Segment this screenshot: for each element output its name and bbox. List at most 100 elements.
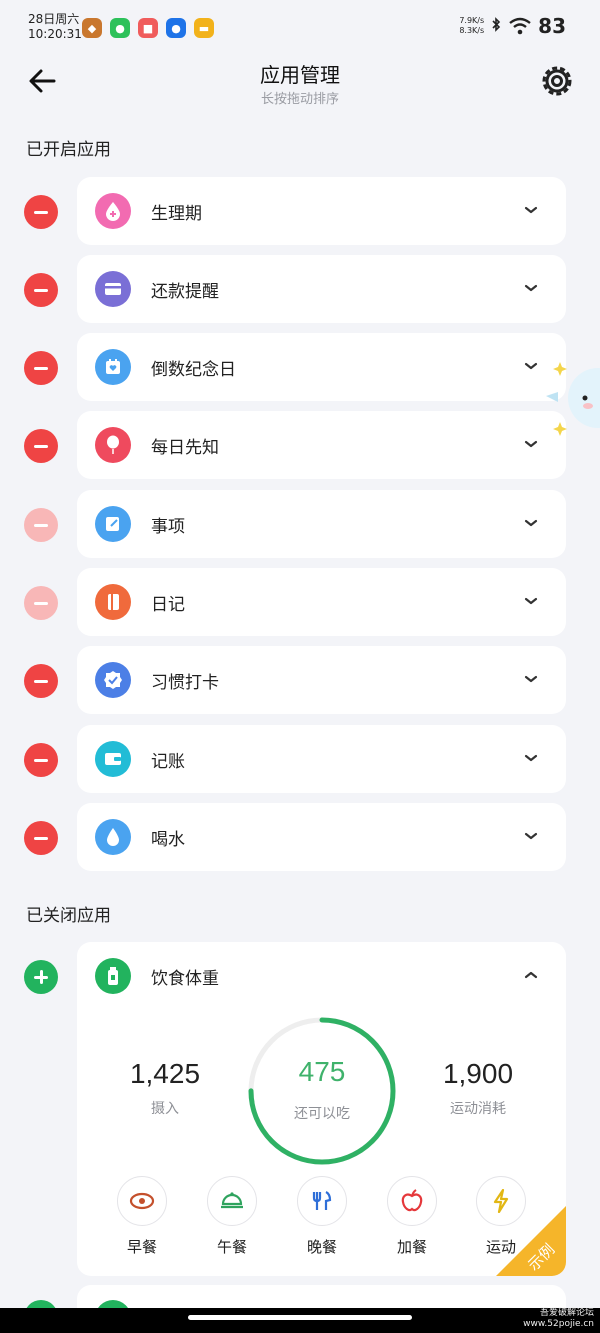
- app-label: 喝水: [151, 830, 185, 850]
- page-title: 应用管理: [260, 63, 340, 87]
- app-card[interactable]: 倒数纪念日: [77, 333, 566, 401]
- app-card[interactable]: 日记: [77, 568, 566, 636]
- app-card[interactable]: 习惯打卡: [77, 646, 566, 714]
- chevron-down-icon[interactable]: [524, 205, 538, 215]
- meal-label: 午餐: [216, 1238, 247, 1256]
- notification-icons: ◆ ● ■ ● ▬: [82, 18, 214, 38]
- wifi-icon: [509, 17, 531, 35]
- navigation-bar: [0, 1308, 600, 1333]
- battery-level: 83: [538, 14, 566, 38]
- app-row-tasks: 事项: [0, 490, 600, 560]
- header: 应用管理 长按拖动排序: [0, 55, 600, 115]
- wallet-icon: [95, 741, 131, 777]
- app-row-water: 喝水: [0, 803, 600, 873]
- calorie-progress-ring: [248, 1017, 396, 1165]
- bluetooth-icon: [492, 17, 501, 32]
- status-date: 28日周六: [28, 12, 80, 26]
- meal-label: 早餐: [126, 1238, 157, 1256]
- upload-speed: 7.9K/s: [459, 16, 485, 25]
- app-card[interactable]: 每日先知: [77, 411, 566, 479]
- remaining-label: 还可以吃: [294, 1106, 350, 1122]
- meal-breakfast[interactable]: 早餐: [112, 1176, 172, 1257]
- enabled-section-title: 已开启应用: [26, 140, 111, 160]
- home-indicator[interactable]: [188, 1315, 412, 1320]
- dish-cover-icon: [207, 1176, 257, 1226]
- intake-value: 1,425: [129, 1058, 201, 1089]
- app-row-repayment: 还款提醒: [0, 255, 600, 325]
- watermark-line1: 吾爱破解论坛: [539, 1308, 594, 1318]
- app-label: 习惯打卡: [151, 673, 219, 693]
- chevron-down-icon[interactable]: [524, 361, 538, 371]
- floating-mascot-icon[interactable]: [540, 358, 600, 438]
- watermark: 吾爱破解论坛 www.52pojie.cn: [523, 1308, 594, 1330]
- chevron-down-icon[interactable]: [524, 674, 538, 684]
- remove-button-disabled: [24, 508, 58, 542]
- app-card[interactable]: 事项: [77, 490, 566, 558]
- intake-label: 摄入: [151, 1101, 179, 1117]
- app-label: 事项: [151, 517, 185, 537]
- app-row-habit: 习惯打卡: [0, 646, 600, 716]
- apple-icon: [387, 1176, 437, 1226]
- wechat-icon: ●: [110, 18, 130, 38]
- burned-label: 运动消耗: [450, 1101, 506, 1117]
- chevron-up-icon[interactable]: [524, 970, 538, 980]
- meal-label: 加餐: [396, 1238, 427, 1256]
- remove-button[interactable]: [24, 743, 58, 777]
- diet-card[interactable]: 饮食体重 1,425 摄入 475 还可以吃 1,900 运动消耗 早餐 午餐 …: [77, 942, 566, 1276]
- app-row-diary: 日记: [0, 568, 600, 638]
- app-label: 饮食体重: [151, 969, 219, 989]
- example-badge: 示例: [496, 1206, 566, 1276]
- status-bar: 28日周六 10:20:31 ◆ ● ■ ● ▬ 7.9K/s 8.3K/s 8…: [0, 0, 600, 50]
- meat-icon: [117, 1176, 167, 1226]
- app-card[interactable]: 生理期: [77, 177, 566, 245]
- app-label: 日记: [151, 595, 185, 615]
- card-icon: [95, 271, 131, 307]
- app-label: 生理期: [151, 204, 202, 224]
- remove-button[interactable]: [24, 664, 58, 698]
- chevron-down-icon[interactable]: [524, 596, 538, 606]
- app-row-daily-prophet: 每日先知: [0, 411, 600, 481]
- meal-dinner[interactable]: 晚餐: [292, 1176, 352, 1257]
- drop-plus-icon: [95, 193, 131, 229]
- app-card[interactable]: 喝水: [77, 803, 566, 871]
- water-drop-icon: [95, 819, 131, 855]
- balloon-icon: [95, 427, 131, 463]
- calendar-heart-icon: [95, 349, 131, 385]
- yellow-app-icon: ▬: [194, 18, 214, 38]
- watermark-line2: www.52pojie.cn: [523, 1319, 594, 1329]
- app-card[interactable]: 记账: [77, 725, 566, 793]
- remove-button[interactable]: [24, 821, 58, 855]
- app-label: 倒数纪念日: [151, 360, 236, 380]
- note-edit-icon: [95, 506, 131, 542]
- remaining-value: 475: [298, 1056, 346, 1087]
- burned-value: 1,900: [442, 1058, 514, 1089]
- chevron-down-icon[interactable]: [524, 439, 538, 449]
- gear-icon[interactable]: [538, 62, 576, 100]
- burned-stat: 1,900 运动消耗: [418, 1058, 538, 1118]
- chevron-down-icon[interactable]: [524, 283, 538, 293]
- notebook-icon: [95, 584, 131, 620]
- app-card[interactable]: 还款提醒: [77, 255, 566, 323]
- chevron-down-icon[interactable]: [524, 518, 538, 528]
- remove-button[interactable]: [24, 195, 58, 229]
- meal-lunch[interactable]: 午餐: [202, 1176, 262, 1257]
- meal-label: 晚餐: [306, 1238, 337, 1256]
- badge-check-icon: [95, 662, 131, 698]
- app-label: 还款提醒: [151, 282, 219, 302]
- chevron-down-icon[interactable]: [524, 753, 538, 763]
- remove-button[interactable]: [24, 429, 58, 463]
- remove-button[interactable]: [24, 273, 58, 307]
- download-speed: 8.3K/s: [459, 26, 485, 35]
- app-row-countdown: 倒数纪念日: [0, 333, 600, 403]
- meal-snack[interactable]: 加餐: [382, 1176, 442, 1257]
- app-row-period: 生理期: [0, 177, 600, 247]
- blue-app-icon: ●: [166, 18, 186, 38]
- app-row-bookkeeping: 记账: [0, 725, 600, 795]
- status-time: 10:20:31: [28, 27, 82, 41]
- page-subtitle: 长按拖动排序: [260, 92, 339, 107]
- remove-button[interactable]: [24, 351, 58, 385]
- app-label: 每日先知: [151, 438, 219, 458]
- chevron-down-icon[interactable]: [524, 831, 538, 841]
- add-button[interactable]: [24, 960, 58, 994]
- app-label: 记账: [151, 752, 185, 772]
